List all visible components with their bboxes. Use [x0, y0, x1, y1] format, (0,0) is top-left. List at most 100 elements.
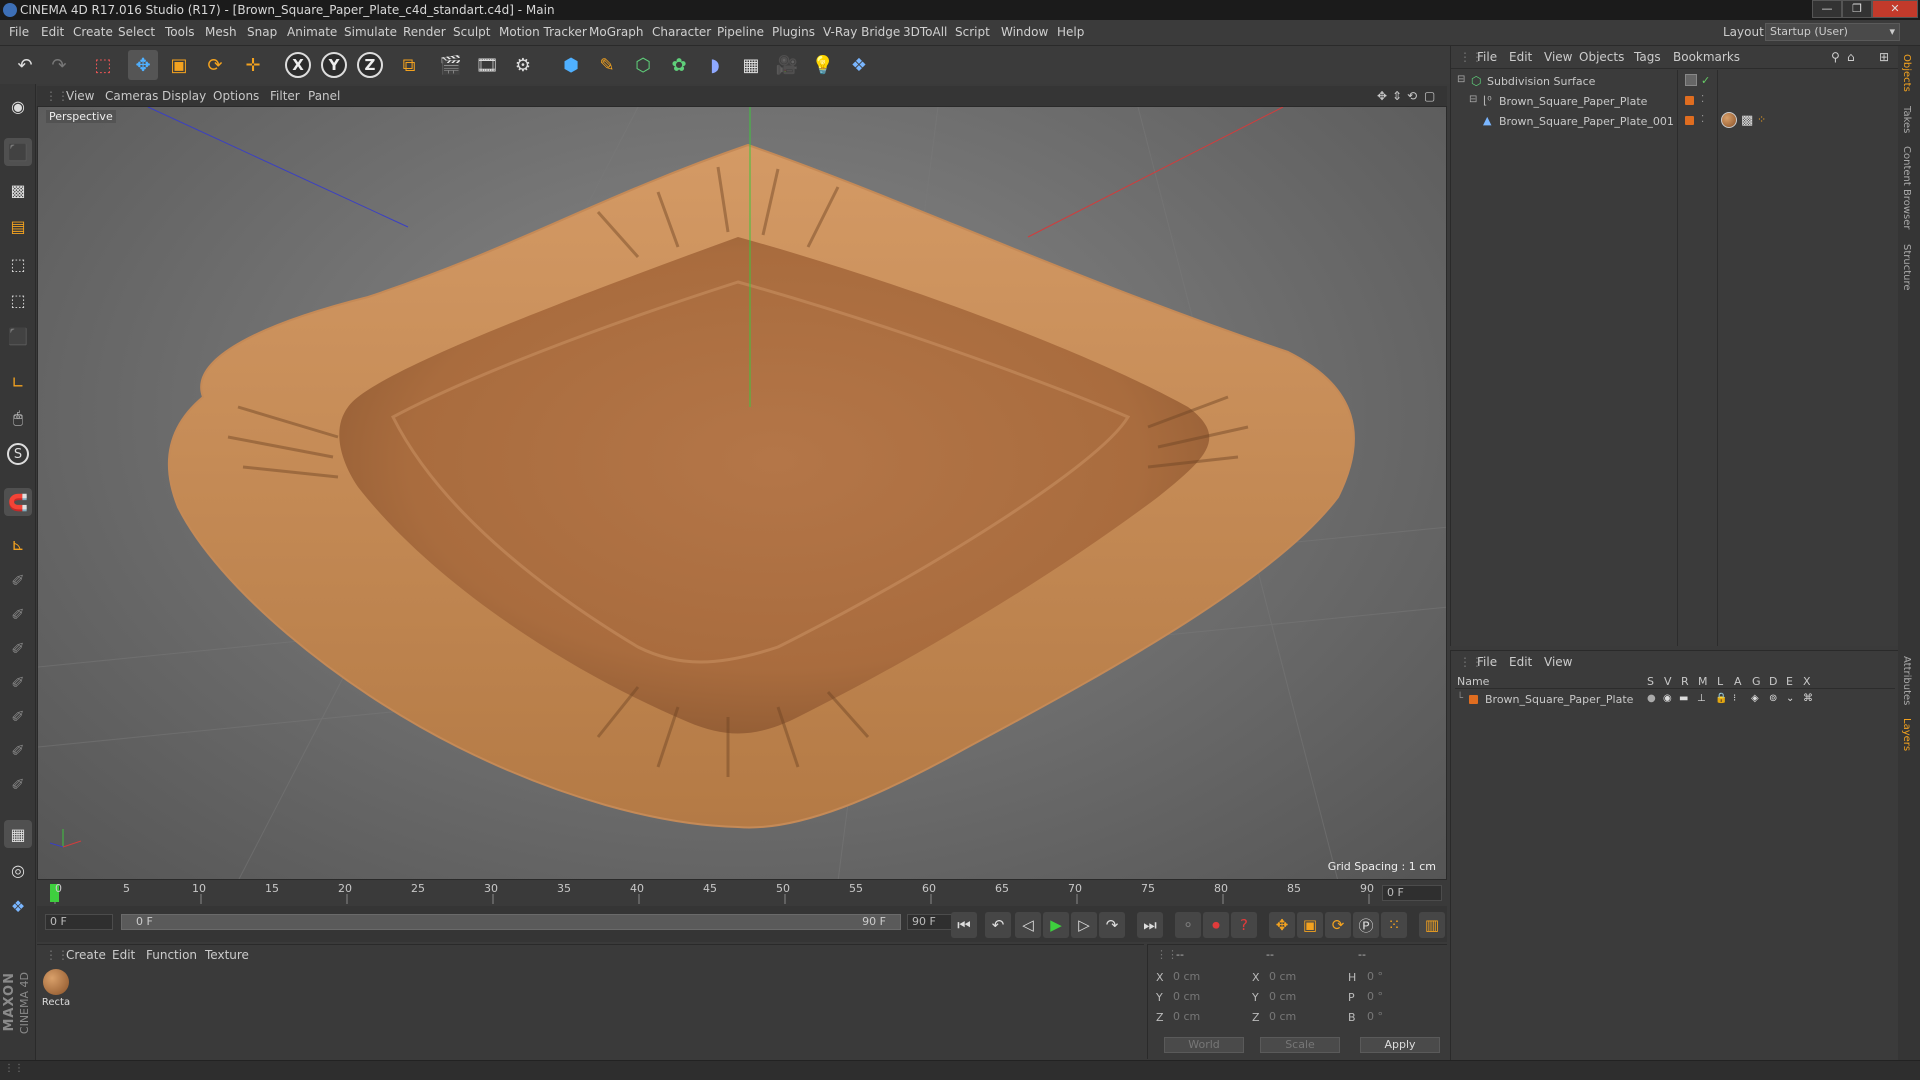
make-editable-button[interactable]: ◉: [4, 92, 32, 120]
close-button[interactable]: ✕: [1872, 0, 1918, 18]
menu-3dtoall[interactable]: 3DToAll: [903, 25, 947, 39]
viewport-menu-panel[interactable]: Panel: [308, 89, 340, 103]
render-view-button[interactable]: 🎬: [436, 50, 466, 80]
object-row-subdivision[interactable]: ⊟ ⬡ Subdivision Surface ✓: [1457, 74, 1897, 90]
layers-menu-file[interactable]: File: [1477, 655, 1497, 669]
brush-tool-4-button[interactable]: ✐: [4, 668, 32, 696]
tab-content-browser[interactable]: Content Browser: [1901, 146, 1912, 229]
viewport-zoom-icon[interactable]: ⇕: [1392, 89, 1402, 103]
material-tag-icon[interactable]: [1721, 112, 1737, 128]
menu-snap[interactable]: Snap: [247, 25, 277, 39]
key-parameter-button[interactable]: Ⓟ: [1353, 912, 1379, 938]
manager-toggle-icon[interactable]: ⊥: [1697, 693, 1706, 704]
tab-objects[interactable]: Objects: [1901, 54, 1912, 92]
object-row-plate-001[interactable]: ▲ Brown_Square_Paper_Plate_001 ⁚ ▩ ⁘: [1481, 112, 1897, 130]
brush-tool-5-button[interactable]: ✐: [4, 702, 32, 730]
go-to-start-button[interactable]: ⏮: [951, 912, 977, 938]
object-name[interactable]: Brown_Square_Paper_Plate: [1499, 95, 1647, 108]
tab-structure[interactable]: Structure: [1901, 244, 1912, 291]
undo-button[interactable]: ↶: [10, 50, 40, 80]
add-light-button[interactable]: 💡: [808, 50, 838, 80]
x-axis-button[interactable]: X: [285, 52, 311, 78]
brush-tool-1-button[interactable]: ✐: [4, 566, 32, 594]
tab-attributes[interactable]: Attributes: [1901, 656, 1912, 705]
minimize-button[interactable]: —: [1812, 0, 1842, 18]
brush-tool-7-button[interactable]: ✐: [4, 770, 32, 798]
add-camera-button[interactable]: 🎥: [772, 50, 802, 80]
timeline-ruler[interactable]: 0 5 10 15 20 25 30 35 40 45 50 55 60 65 …: [37, 880, 1447, 906]
autokey-button[interactable]: ⏺: [1203, 912, 1229, 938]
layer-row[interactable]: └ Brown_Square_Paper_Plate ● ◉ ▬ ⊥ 🔒 ⁝ ◈…: [1455, 693, 1895, 709]
texture-tag-icon[interactable]: ▩: [1741, 113, 1753, 128]
texture-mode-button[interactable]: ▩: [4, 176, 32, 204]
layer-color-swatch[interactable]: [1685, 96, 1694, 105]
viewport-menu-filter[interactable]: Filter: [270, 89, 300, 103]
visibility-dots-icon[interactable]: ⁚: [1701, 94, 1704, 105]
menu-file[interactable]: File: [9, 25, 29, 39]
menu-script[interactable]: Script: [955, 25, 990, 39]
layer-color-swatch[interactable]: [1685, 116, 1694, 125]
generator-toggle-icon[interactable]: ◈: [1751, 693, 1759, 704]
current-frame-field[interactable]: 0 F: [1382, 885, 1442, 901]
viewport-menu-display[interactable]: Display: [162, 89, 206, 103]
objects-menu-tags[interactable]: Tags: [1634, 50, 1661, 64]
previous-key-button[interactable]: ↶: [985, 912, 1011, 938]
objects-menu-objects[interactable]: Objects: [1579, 50, 1624, 64]
material-swatch[interactable]: Recta: [41, 967, 71, 1011]
model-mode-button[interactable]: ⬛: [4, 138, 32, 166]
search-icon[interactable]: ⚲: [1831, 50, 1840, 64]
render-settings-button[interactable]: ⚙: [508, 50, 538, 80]
layer-swatch[interactable]: [1685, 74, 1697, 86]
edges-mode-button[interactable]: ⬚: [4, 286, 32, 314]
brush-tool-6-button[interactable]: ✐: [4, 736, 32, 764]
material-menu-texture[interactable]: Texture: [205, 948, 249, 962]
deformer-toggle-icon[interactable]: ⊚: [1769, 693, 1777, 704]
apply-button[interactable]: Apply: [1360, 1037, 1440, 1053]
size-y-field[interactable]: 0 cm: [1264, 989, 1344, 1005]
coordinate-system-button[interactable]: ⧉: [394, 50, 424, 80]
workplane-mode-button[interactable]: ▤: [4, 212, 32, 240]
brush-tool-3-button[interactable]: ✐: [4, 634, 32, 662]
pos-y-field[interactable]: 0 cm: [1168, 989, 1248, 1005]
menu-plugins[interactable]: Plugins: [772, 25, 815, 39]
next-key-button[interactable]: ↷: [1099, 912, 1125, 938]
phong-tag-icon[interactable]: ⁘: [1757, 113, 1766, 126]
add-floor-button[interactable]: ▦: [736, 50, 766, 80]
move-tool-button[interactable]: ✥: [128, 50, 158, 80]
menu-select[interactable]: Select: [118, 25, 155, 39]
viewport-menu-options[interactable]: Options: [213, 89, 259, 103]
menu-sculpt[interactable]: Sculpt: [453, 25, 490, 39]
viewport-menu-cameras[interactable]: Cameras: [105, 89, 158, 103]
workplane-axis-button[interactable]: ⊾: [4, 530, 32, 558]
points-mode-button[interactable]: ⬚: [4, 250, 32, 278]
menu-pipeline[interactable]: Pipeline: [717, 25, 764, 39]
collapse-icon[interactable]: ⊟: [1469, 94, 1477, 105]
add-spline-button[interactable]: ✎: [592, 50, 622, 80]
render-toggle-icon[interactable]: ▬: [1679, 693, 1688, 704]
solo-button[interactable]: ◎: [4, 856, 32, 884]
layer-name[interactable]: Brown_Square_Paper_Plate: [1485, 693, 1633, 706]
object-name[interactable]: Subdivision Surface: [1487, 75, 1595, 88]
home-icon[interactable]: ⌂: [1847, 50, 1855, 64]
record-active-button[interactable]: ⚬: [1175, 912, 1201, 938]
menu-mesh[interactable]: Mesh: [205, 25, 237, 39]
render-picture-viewer-button[interactable]: 🎞: [472, 50, 502, 80]
live-selection-button[interactable]: ⬚: [88, 50, 118, 80]
solo-toggle-icon[interactable]: ●: [1647, 693, 1656, 704]
timeline-window-button[interactable]: ▥: [1419, 912, 1445, 938]
layer-color-swatch[interactable]: [1469, 695, 1478, 704]
python-script-button[interactable]: ❖: [4, 892, 32, 920]
layers-menu-view[interactable]: View: [1544, 655, 1572, 669]
snap-button[interactable]: S: [4, 440, 32, 468]
scale-tool-button[interactable]: ▣: [164, 50, 194, 80]
material-menu-function[interactable]: Function: [146, 948, 197, 962]
collapse-icon[interactable]: ⊟: [1457, 74, 1465, 85]
key-pla-button[interactable]: ⁙: [1381, 912, 1407, 938]
menu-vray-bridge[interactable]: V-Ray Bridge: [823, 25, 900, 39]
add-cube-button[interactable]: ⬢: [556, 50, 586, 80]
pos-x-field[interactable]: 0 cm: [1168, 969, 1248, 985]
transform-tool-button[interactable]: ✛: [238, 50, 268, 80]
rot-b-field[interactable]: 0 °: [1362, 1009, 1442, 1025]
enabled-check-icon[interactable]: ✓: [1701, 74, 1710, 87]
play-button[interactable]: ▶: [1043, 912, 1069, 938]
